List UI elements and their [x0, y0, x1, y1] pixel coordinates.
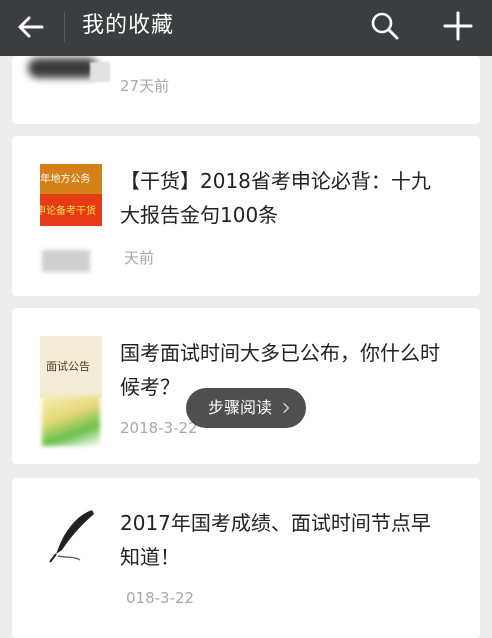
- item-title: 2017年国考成绩、面试时间节点早知道！: [120, 511, 431, 569]
- item-thumbnail: [28, 58, 98, 78]
- thumbnail-caption: 8年地方公务: [40, 174, 91, 185]
- favorite-item[interactable]: 27天前: [12, 56, 480, 124]
- arrow-left-icon[interactable]: [16, 12, 46, 42]
- item-time: 018-3-22: [126, 589, 195, 607]
- item-thumbnail-fragment: [42, 396, 100, 446]
- favorite-item[interactable]: 8年地方公务 申论备考干货 【干货】2018省考申论必背：十九大报告金句100条…: [12, 136, 480, 296]
- top-bar: 我的收藏: [0, 0, 492, 56]
- page-title: 我的收藏: [82, 13, 175, 38]
- step-reading-label: 步骤阅读: [208, 398, 273, 417]
- item-time: 27天前: [120, 77, 170, 95]
- step-reading-button[interactable]: 步骤阅读: [186, 388, 306, 428]
- item-time: 2018-3-22: [120, 419, 198, 437]
- chevron-right-icon: [283, 402, 290, 414]
- favorite-item[interactable]: 面试公告 国考面试时间大多已公布，你什么时候考？ 2018-3-22: [12, 308, 480, 464]
- item-thumbnail-fragment: [90, 62, 110, 82]
- item-thumbnail: 8年地方公务 申论备考干货: [40, 164, 102, 226]
- item-title: 【干货】2018省考申论必背：十九大报告金句100条: [120, 169, 431, 227]
- search-icon[interactable]: [370, 11, 400, 41]
- favorite-item[interactable]: 2017年国考成绩、面试时间节点早知道！ 018-3-22: [12, 478, 480, 638]
- item-thumbnail: 面试公告: [40, 336, 102, 398]
- thumbnail-caption: 申论备考干货: [40, 206, 96, 217]
- thumbnail-caption: 面试公告: [46, 360, 90, 373]
- header-divider: [64, 12, 65, 42]
- plus-icon[interactable]: [442, 10, 474, 42]
- item-time: 天前: [124, 249, 155, 267]
- source-avatar: [42, 250, 90, 272]
- quill-pen-icon: [49, 510, 94, 563]
